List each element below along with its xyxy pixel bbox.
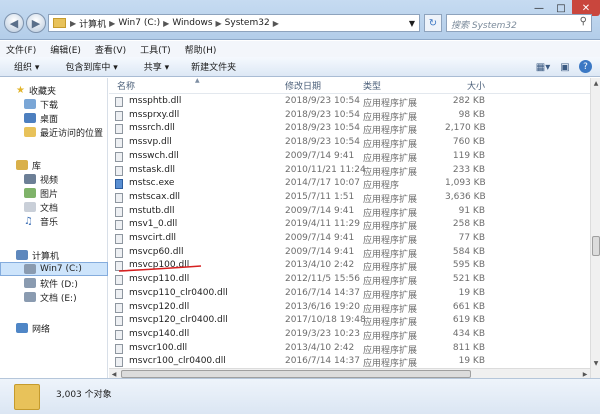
menu-edit[interactable]: 编辑(E) [50,43,81,56]
back-button[interactable]: ◀ [4,13,24,33]
nav-libraries-label: 库 [32,161,42,172]
command-bar: 组织 ▾ 包含到库中 ▾ 共享 ▾ 新建文件夹 ▦▾ ▣ ? [0,57,600,77]
nav-favorites[interactable]: ★ 收藏夹 [0,83,108,97]
search-input[interactable]: 搜索 System32 ⚲ [446,14,592,32]
details-pane: 3,003 个对象 [0,378,600,414]
refresh-button[interactable]: ↻ [424,14,442,32]
documents-icon [24,202,36,212]
breadcrumb-system32[interactable]: System32 [223,18,272,28]
folder-icon [53,18,66,28]
forward-button[interactable]: ▶ [26,13,46,33]
preview-pane-icon[interactable]: ▣ [557,60,573,74]
nav-pictures[interactable]: 图片 [0,186,108,200]
video-icon [24,174,36,184]
nav-videos[interactable]: 视频 [0,172,108,186]
folder-large-icon [14,384,40,410]
nav-downloads-label: 下载 [40,100,59,111]
red-underline-stroke [118,265,202,272]
view-options-icon[interactable]: ▦▾ [535,60,551,74]
libraries-group: 库 视频 图片 文档 ♫ 音乐 [0,158,108,228]
vertical-scrollbar[interactable]: ▲ ▼ [590,78,600,378]
nav-recent-places[interactable]: 最近访问的位置 [0,125,108,139]
menu-view[interactable]: 查看(V) [95,43,126,56]
breadcrumb-separator-icon: ▶ [70,18,77,28]
nav-network-label: 网络 [32,324,51,335]
nav-drive-e-label: 文档 (E:) [40,293,77,304]
star-icon: ★ [16,84,25,96]
navigation-pane: ★ 收藏夹 下载 桌面 最近访问的位置 库 视频 图片 文档 ♫ 音乐 计算机 … [0,78,108,378]
drive-icon [24,264,36,274]
download-folder-icon [24,99,36,109]
scroll-down-icon[interactable]: ▼ [591,358,600,368]
network-group: 网络 [0,321,108,335]
nav-drive-c-label: Win7 (C:) [40,264,82,274]
breadcrumb-separator-icon: ▶ [215,18,222,28]
scroll-up-icon[interactable]: ▲ [591,78,600,88]
nav-libraries[interactable]: 库 [0,158,108,172]
vertical-scroll-thumb[interactable] [592,236,600,256]
item-count: 3,003 个对象 [56,390,112,400]
nav-desktop-label: 桌面 [40,114,59,125]
nav-documents-label: 文档 [40,203,59,214]
nav-drive-d-label: 软件 (D:) [40,279,78,290]
computer-group: 计算机 Win7 (C:) 软件 (D:) 文档 (E:) [0,248,108,304]
back-arrow-icon: ◀ [9,16,19,30]
desktop-icon [24,113,36,123]
computer-icon [16,250,28,260]
nav-downloads[interactable]: 下载 [0,97,108,111]
menu-tools[interactable]: 工具(T) [140,43,171,56]
drive-icon [24,278,36,288]
menu-bar: 文件(F) 编辑(E) 查看(V) 工具(T) 帮助(H) [0,41,600,57]
file-list: 名称 ▲ 修改日期 类型 大小 mssphtb.dll 2018/9/23 10:… [109,78,590,378]
favorites-group: ★ 收藏夹 下载 桌面 最近访问的位置 [0,83,108,139]
search-placeholder: 搜索 System32 [451,21,517,31]
annotation-underline [118,265,202,272]
nav-pictures-label: 图片 [40,189,59,200]
nav-drive-e[interactable]: 文档 (E:) [0,290,108,304]
nav-music-label: 音乐 [40,217,59,228]
organize-button[interactable]: 组织 ▾ [0,60,47,73]
breadcrumb-separator-icon: ▶ [163,18,170,28]
address-dropdown-icon[interactable]: ▼ [409,19,415,28]
nav-computer-label: 计算机 [32,251,60,262]
nav-documents[interactable]: 文档 [0,200,108,214]
nav-favorites-label: 收藏夹 [28,86,56,97]
new-folder-button[interactable]: 新建文件夹 [177,60,244,73]
menu-help[interactable]: 帮助(H) [185,43,217,56]
nav-computer[interactable]: 计算机 [0,248,108,262]
forward-arrow-icon: ▶ [31,16,41,30]
breadcrumb-separator-icon: ▶ [272,18,279,28]
refresh-icon: ↻ [428,17,438,29]
horizontal-scroll-thumb[interactable] [121,370,471,378]
breadcrumb-separator-icon: ▶ [109,18,116,28]
share-button[interactable]: 共享 ▾ [126,60,177,73]
address-bar[interactable]: ▶ 计算机 ▶ Win7 (C:) ▶ Windows ▶ System32 ▶… [48,14,420,32]
nav-desktop[interactable]: 桌面 [0,111,108,125]
drive-icon [24,292,36,302]
breadcrumb-computer[interactable]: 计算机 [77,17,108,30]
nav-recent-label: 最近访问的位置 [40,128,104,139]
breadcrumb-drive[interactable]: Win7 (C:) [116,18,162,28]
horizontal-scrollbar[interactable]: ◀ ▶ [109,368,590,378]
nav-drive-c[interactable]: Win7 (C:) [0,262,108,276]
search-icon[interactable]: ⚲ [580,16,587,27]
help-icon[interactable]: ? [579,60,592,73]
menu-file[interactable]: 文件(F) [6,43,36,56]
title-bar: — □ ✕ ◀ ▶ ▶ 计算机 ▶ Win7 (C:) ▶ Windows ▶ … [0,0,600,40]
nav-network[interactable]: 网络 [0,321,108,335]
nav-music[interactable]: ♫ 音乐 [0,214,108,228]
network-icon [16,323,28,333]
library-icon [16,160,28,170]
nav-videos-label: 视频 [40,175,59,186]
include-in-library-button[interactable]: 包含到库中 ▾ [47,60,125,73]
recent-places-icon [24,127,36,137]
music-icon: ♫ [24,215,33,227]
nav-drive-d[interactable]: 软件 (D:) [0,276,108,290]
pictures-icon [24,188,36,198]
breadcrumb-windows[interactable]: Windows [170,18,214,28]
